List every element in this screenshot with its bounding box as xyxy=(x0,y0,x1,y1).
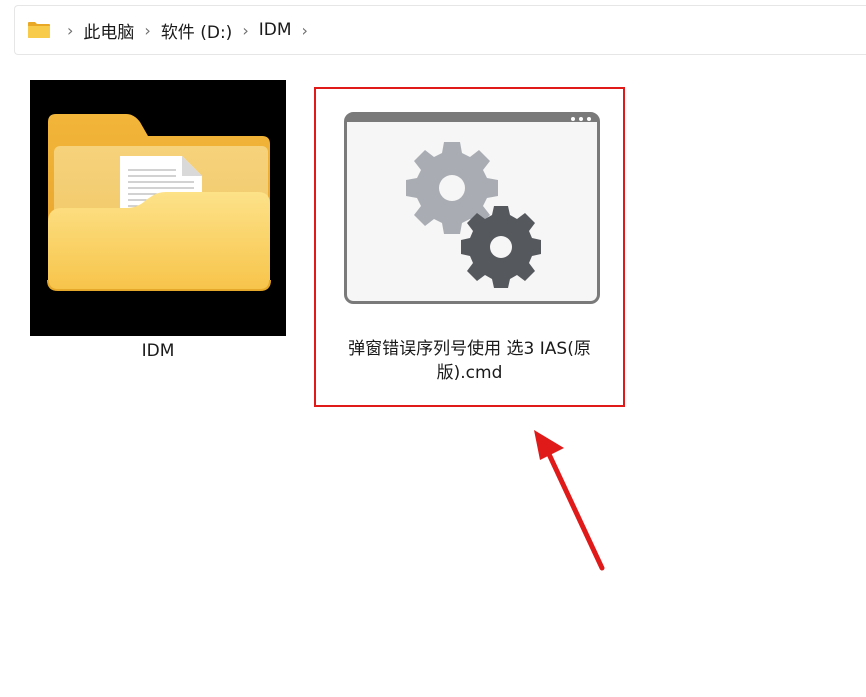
chevron-right-icon[interactable]: › xyxy=(144,21,150,40)
folder-icon xyxy=(27,21,51,39)
address-bar[interactable]: › 此电脑 › 软件 (D:) › IDM › xyxy=(14,5,866,55)
chevron-right-icon[interactable]: › xyxy=(67,21,73,40)
folder-with-document-icon xyxy=(30,80,286,336)
file-item-idm-folder[interactable]: IDM xyxy=(30,80,286,362)
chevron-right-icon[interactable]: › xyxy=(242,21,248,40)
breadcrumb: › 此电脑 › 软件 (D:) › IDM › xyxy=(57,18,318,43)
red-arrow-annotation xyxy=(520,420,620,584)
explorer-window: › 此电脑 › 软件 (D:) › IDM › IDM 弹窗错误序列号使用 选3… xyxy=(0,0,866,697)
chevron-right-icon[interactable]: › xyxy=(302,21,308,40)
file-name-line-2: 版).cmd xyxy=(436,363,503,383)
breadcrumb-this-pc[interactable]: 此电脑 xyxy=(83,18,134,43)
file-name: 弹窗错误序列号使用 选3 IAS(原 版).cmd xyxy=(316,337,623,385)
file-name: IDM xyxy=(141,341,175,361)
breadcrumb-idm[interactable]: IDM xyxy=(259,20,292,40)
breadcrumb-drive-d[interactable]: 软件 (D:) xyxy=(161,18,233,43)
file-name-line-1: 弹窗错误序列号使用 选3 IAS(原 xyxy=(348,339,591,359)
gears-window-icon xyxy=(344,112,600,310)
file-item-cmd-selected[interactable]: 弹窗错误序列号使用 选3 IAS(原 版).cmd xyxy=(314,87,625,407)
